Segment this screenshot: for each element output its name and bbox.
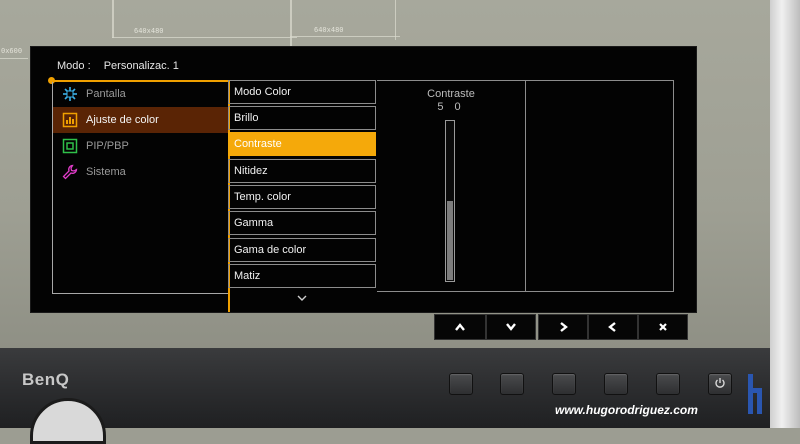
submenu-gama-de-color[interactable]: Gama de color [228, 238, 376, 262]
submenu-nitidez[interactable]: Nitidez [228, 159, 376, 183]
submenu-temp-color[interactable]: Temp. color [228, 185, 376, 209]
value-title: Contraste [427, 88, 475, 100]
category-pip-pbp[interactable]: PIP/PBP [53, 133, 228, 159]
monitor-bezel-right [770, 0, 800, 428]
power-icon [715, 378, 725, 388]
chevron-down-icon [506, 323, 516, 331]
brand-logo: BenQ [22, 370, 70, 389]
chevron-up-icon [455, 323, 465, 331]
hardware-key-4[interactable] [604, 373, 628, 395]
empty-column [525, 80, 674, 292]
value-column: Contraste 5 0 [377, 80, 526, 292]
category-label: Sistema [86, 166, 126, 178]
osd-menu: Modo : Personalizac. 1 Pantalla Ajuste d… [30, 46, 697, 313]
submenu-column: Modo Color Brillo Contraste Nitidez Temp… [228, 80, 377, 290]
hardware-key-2[interactable] [500, 373, 524, 395]
category-ajuste-de-color[interactable]: Ajuste de color [53, 107, 228, 133]
submenu-gamma[interactable]: Gamma [228, 211, 376, 235]
hardware-key-5[interactable] [656, 373, 680, 395]
submenu-contraste[interactable]: Contraste [228, 132, 376, 156]
mode-label: Modo : [57, 60, 91, 72]
category-label: PIP/PBP [86, 140, 129, 152]
power-button[interactable] [708, 373, 732, 395]
mode-bar: Modo : Personalizac. 1 [57, 60, 179, 72]
watermark: www.hugorodriguez.com [555, 403, 698, 417]
grid-line [395, 0, 396, 40]
submenu-modo-color[interactable]: Modo Color [228, 80, 376, 104]
hardware-key-1[interactable] [449, 373, 473, 395]
resolution-label: 640x480 [134, 27, 164, 35]
wrench-icon [62, 164, 78, 180]
chevron-right-icon [560, 322, 568, 332]
resolution-label: 0x600 [1, 47, 23, 55]
submenu-brillo[interactable]: Brillo [228, 106, 376, 130]
resolution-label: 640x480 [314, 26, 344, 34]
grid-line [112, 37, 297, 38]
pip-icon [62, 138, 78, 154]
value-number: 5 0 [437, 101, 465, 113]
close-icon [659, 323, 667, 331]
chevron-left-icon [608, 322, 616, 332]
category-column: Pantalla Ajuste de color PIP/PBP Sistema [52, 80, 229, 294]
hardware-key-3[interactable] [552, 373, 576, 395]
up-key[interactable] [434, 314, 486, 340]
category-label: Pantalla [86, 88, 126, 100]
color-chart-icon [62, 112, 78, 128]
grid-line [290, 36, 400, 37]
down-key[interactable] [486, 314, 536, 340]
left-key[interactable] [588, 314, 638, 340]
grid-line [112, 0, 114, 38]
mode-value: Personalizac. 1 [103, 60, 179, 72]
submenu-matiz[interactable]: Matiz [228, 264, 376, 288]
right-key[interactable] [538, 314, 588, 340]
category-pantalla[interactable]: Pantalla [53, 81, 228, 107]
category-label: Ajuste de color [86, 114, 159, 126]
contrast-slider[interactable] [445, 120, 455, 282]
chevron-down-icon [297, 295, 307, 301]
exit-key[interactable] [638, 314, 688, 340]
watermark-logo-icon [748, 374, 762, 414]
category-sistema[interactable]: Sistema [53, 159, 228, 185]
display-arrows-icon [62, 86, 78, 102]
grid-line [0, 58, 28, 59]
slider-fill [447, 201, 453, 280]
